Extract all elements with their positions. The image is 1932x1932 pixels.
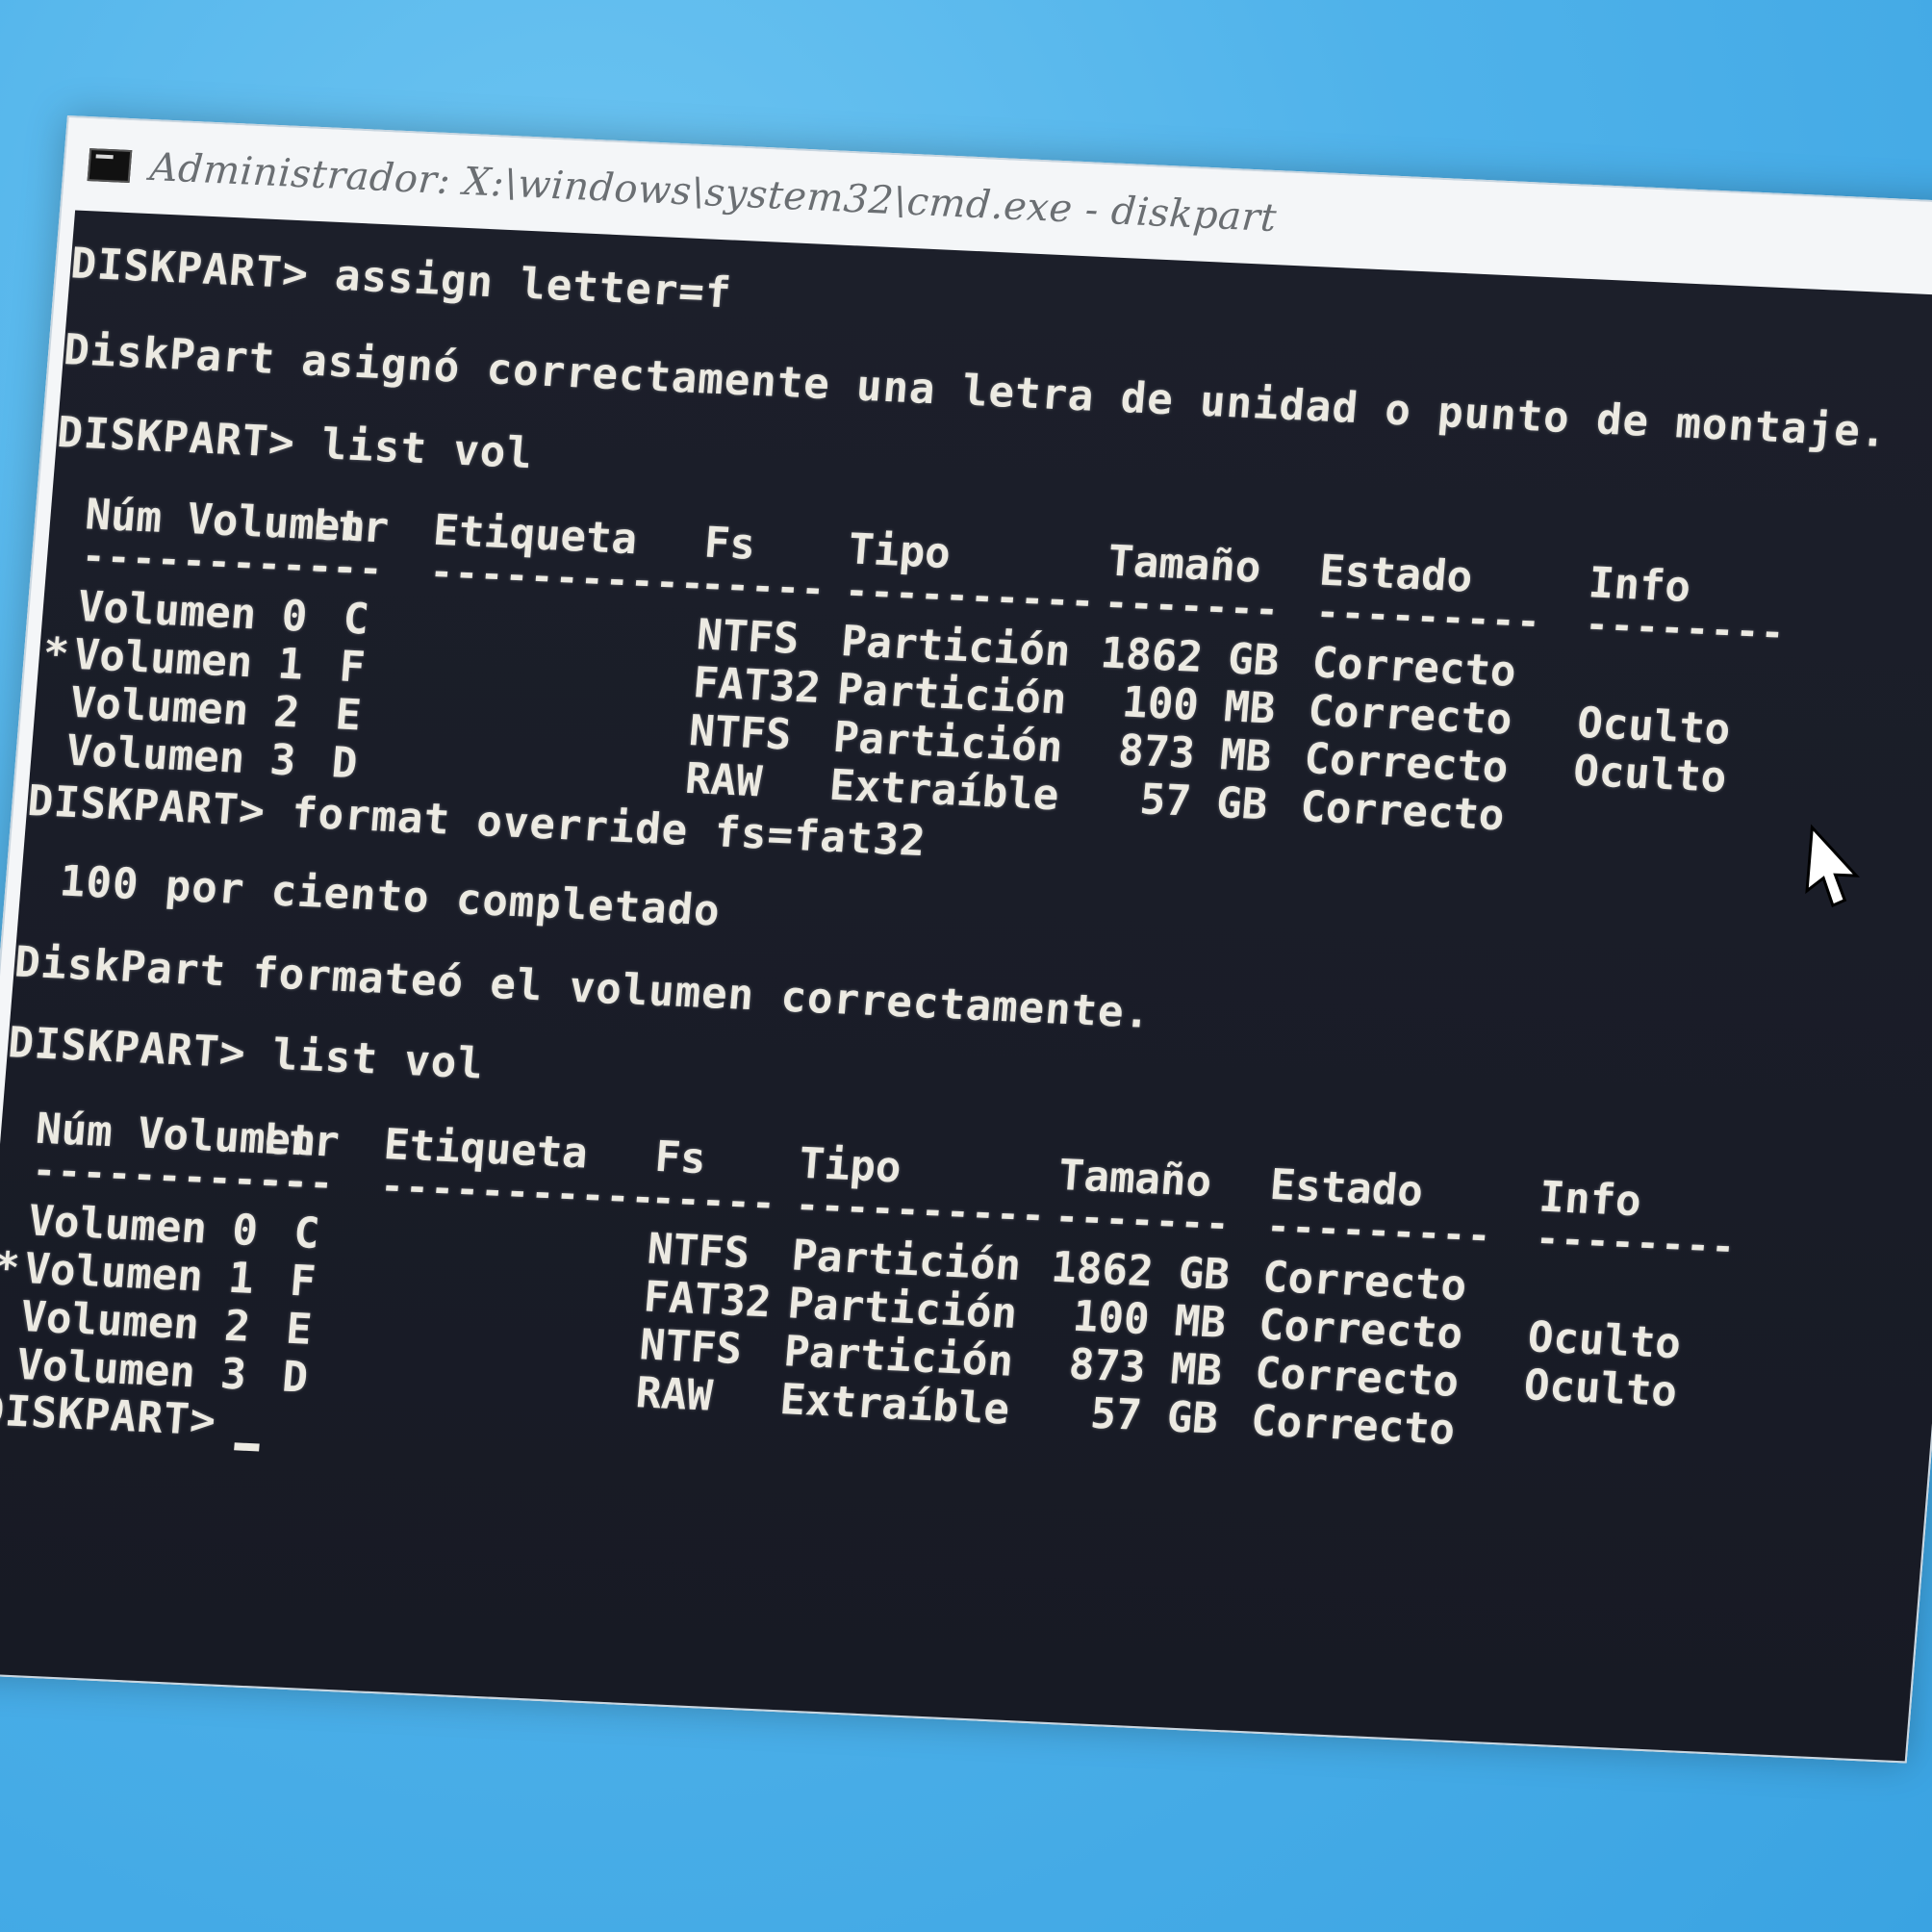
- table2-row-1-info: Oculto: [1526, 1312, 1683, 1369]
- table2-row-3-ltr: D: [280, 1352, 310, 1403]
- table2-row-0-ltr: C: [292, 1208, 321, 1259]
- table2-row-2-fs: NTFS: [637, 1320, 744, 1375]
- command-assign-letter: DISKPART> assign letter=f: [68, 239, 734, 318]
- table1-row-3-marker: [34, 724, 64, 775]
- table2-row-2-marker: [0, 1291, 17, 1341]
- table1-separator-ltr: ---: [307, 544, 387, 593]
- format-progress: 100 por ciento completado: [58, 856, 723, 936]
- table1-separator-fs: -----: [699, 562, 828, 613]
- table1-separator-info: --------: [1583, 602, 1788, 656]
- table1-row-0-ltr: C: [341, 594, 371, 645]
- table1-separator-status: ---------: [1314, 590, 1544, 645]
- table1-row-3-ltr: D: [329, 738, 360, 789]
- table1-row-3-type: Extraíble: [827, 760, 1061, 821]
- table2-row-2-ltr: E: [284, 1304, 314, 1355]
- table2-separator-fs: -----: [649, 1176, 779, 1227]
- table2-row-1-fs: FAT32: [641, 1272, 774, 1328]
- table2-separator-size: -------: [1053, 1194, 1233, 1247]
- command-list-vol-2: DISKPART> list vol: [6, 1018, 486, 1089]
- table2-separator-status: ---------: [1264, 1204, 1494, 1259]
- table1-row-2-fs: NTFS: [687, 706, 794, 760]
- photo-stage: Administrador: X:\windows\system32\cmd.e…: [0, 0, 1932, 1932]
- table1-row-1-ltr: F: [337, 642, 368, 693]
- table1-row-2-ltr: E: [333, 690, 364, 741]
- table2-row-0-fs: NTFS: [645, 1224, 751, 1279]
- table1-row-3-size: 57 GB: [1086, 772, 1270, 830]
- table2-row-2-info: Oculto: [1522, 1360, 1679, 1417]
- table2-row-3-type: Extraíble: [777, 1375, 1012, 1435]
- table1-separator-size: -------: [1103, 580, 1283, 633]
- cmd-window: Administrador: X:\windows\system32\cmd.e…: [0, 115, 1932, 1764]
- table2-separator-ltr: ---: [257, 1158, 337, 1207]
- table2-row-3-fs: RAW: [633, 1368, 715, 1421]
- table2-separator-label: -----------: [378, 1163, 658, 1221]
- table2-row-3-marker: [0, 1339, 13, 1389]
- table2-separator-info: --------: [1534, 1216, 1739, 1270]
- mouse-pointer-icon: [1805, 824, 1861, 908]
- table1-row-3-fs: RAW: [683, 753, 764, 807]
- table1-row-1-marker: *: [41, 628, 71, 679]
- format-success-message: DiskPart formateó el volumen correctamen…: [13, 937, 1154, 1038]
- table1-separator-type: ----------: [843, 569, 1098, 624]
- table2-row-3-status: Correcto: [1249, 1396, 1458, 1455]
- table1-row-2-info: Oculto: [1571, 746, 1729, 802]
- table1-row-1-info: Oculto: [1575, 698, 1733, 754]
- table1-row-0-marker: [45, 581, 75, 631]
- table1-row-0-fs: NTFS: [695, 610, 801, 664]
- table1-row-2-marker: [38, 676, 67, 726]
- table1-row-3-status: Correcto: [1298, 781, 1507, 841]
- table2-row-1-marker: *: [0, 1242, 22, 1293]
- table2-row-0-marker: [0, 1195, 25, 1245]
- table2-separator-type: ----------: [794, 1182, 1049, 1239]
- command-format: DISKPART> format override fs=fat32: [25, 775, 928, 867]
- table1-row-1-fs: FAT32: [691, 658, 823, 714]
- text-cursor: [234, 1442, 260, 1452]
- table1-row-3-num: Volumen 3: [64, 725, 298, 786]
- cmd-app-icon: [87, 148, 133, 184]
- table1-separator-label: -----------: [428, 549, 708, 607]
- console-output[interactable]: DISKPART> assign letter=f DiskPart asign…: [0, 210, 1932, 1762]
- table2-row-3-size: 57 GB: [1037, 1386, 1220, 1444]
- command-list-vol-1: DISKPART> list vol: [55, 407, 535, 479]
- table2-row-1-ltr: F: [288, 1256, 318, 1307]
